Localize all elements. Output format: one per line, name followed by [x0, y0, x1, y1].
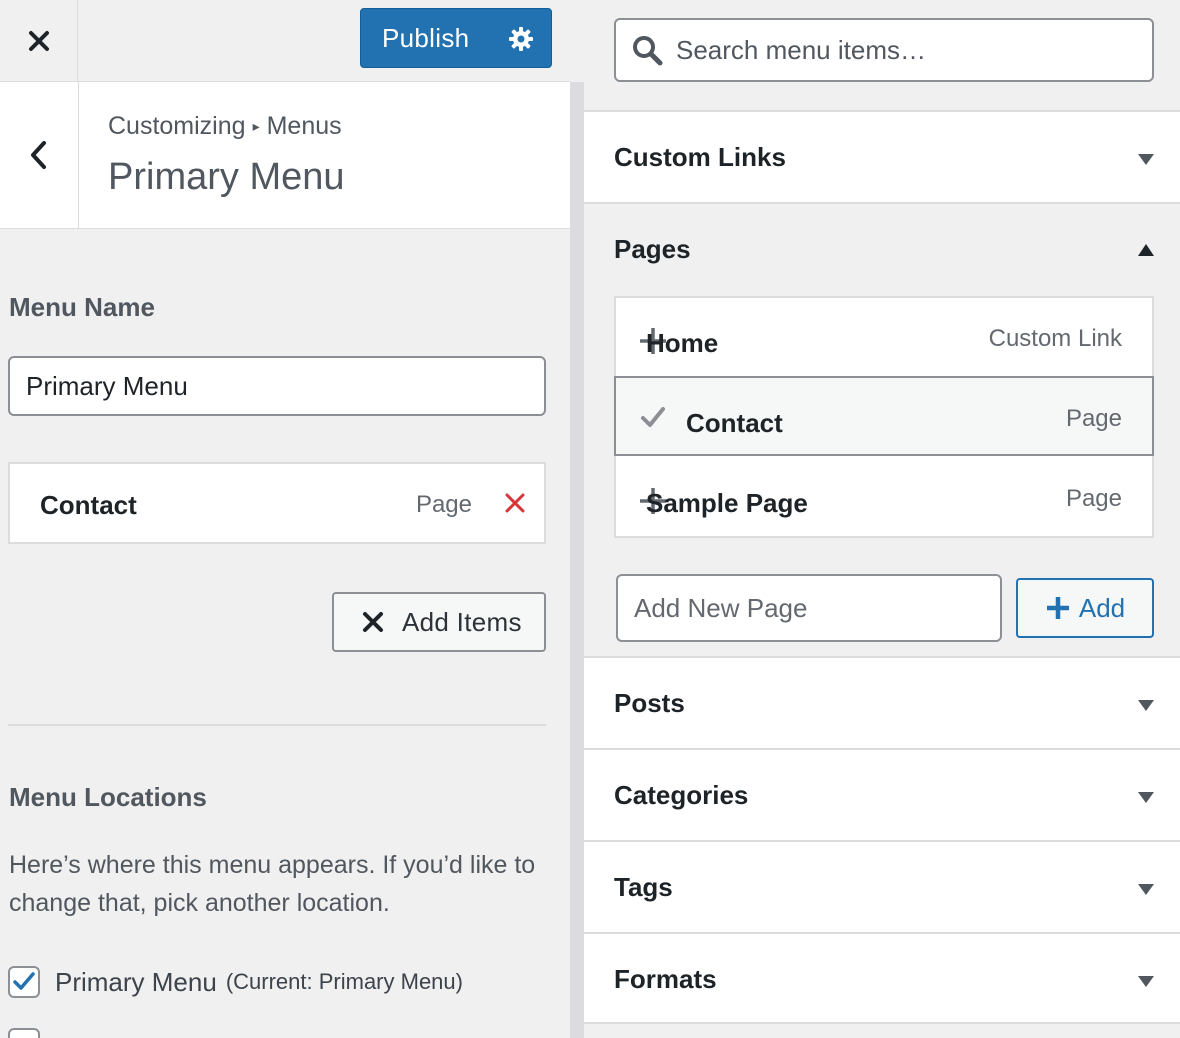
close-customizer-button[interactable] — [0, 0, 78, 81]
checkmark-icon — [13, 972, 35, 990]
chevron-down-icon — [1138, 976, 1154, 987]
list-item[interactable]: Sample Page Page — [616, 458, 1152, 538]
accordion-pages: Pages Home Custom Link Contact Page Samp… — [584, 202, 1180, 658]
search-input[interactable] — [676, 24, 1136, 76]
pages-list: Home Custom Link Contact Page Sample Pag… — [614, 296, 1154, 538]
customizer-header: Publish — [0, 0, 570, 82]
accordion-categories[interactable]: Categories — [584, 748, 1180, 840]
remove-x-icon — [505, 493, 525, 513]
accordion-title[interactable]: Pages — [614, 234, 691, 265]
menu-name-label: Menu Name — [9, 292, 155, 322]
available-menu-items-panel: Custom Links Pages Home Custom Link Cont… — [584, 0, 1180, 1038]
accordion-tags[interactable]: Tags — [584, 840, 1180, 932]
accordion-posts[interactable]: Posts — [584, 656, 1180, 748]
page-title: Primary Menu — [108, 156, 345, 198]
accordion-formats[interactable]: Formats — [584, 932, 1180, 1024]
accordion-title: Categories — [614, 780, 749, 810]
list-item-title: Sample Page — [646, 488, 808, 518]
menu-location-row: Primary Menu (Current: Primary Menu) — [8, 966, 463, 998]
chevron-down-icon — [1138, 154, 1154, 165]
chevron-down-icon — [1138, 792, 1154, 803]
list-item[interactable]: Home Custom Link — [616, 298, 1152, 378]
accordion-title: Formats — [614, 964, 717, 994]
breadcrumb-current: Menus — [266, 112, 342, 140]
chevron-up-icon[interactable] — [1138, 244, 1154, 256]
close-icon — [28, 30, 49, 51]
list-item[interactable]: Contact Page — [614, 376, 1154, 456]
chevron-down-icon — [1138, 700, 1154, 711]
list-item-type: Page — [1065, 485, 1122, 512]
breadcrumb-parent: Customizing — [108, 112, 246, 140]
menu-locations-heading: Menu Locations — [9, 782, 207, 812]
list-item-type: Custom Link — [988, 325, 1122, 352]
location-current-note: (Current: Primary Menu) — [225, 969, 463, 994]
breadcrumb-separator-icon: ▸ — [252, 118, 260, 134]
accordion-title: Custom Links — [614, 142, 786, 172]
publish-button-label: Publish — [382, 22, 470, 53]
checkmark-icon — [641, 407, 665, 427]
accordion-custom-links[interactable]: Custom Links — [584, 110, 1180, 202]
accordion-title: Tags — [614, 872, 673, 902]
add-items-label: Add Items — [402, 606, 522, 637]
list-item-title: Contact — [686, 408, 783, 438]
location-checkbox[interactable] — [8, 1028, 40, 1038]
search-icon — [633, 36, 663, 66]
menu-location-row — [8, 1028, 55, 1038]
back-button[interactable] — [0, 82, 79, 228]
chevron-left-icon — [31, 141, 46, 169]
breadcrumb: Customizing ▸ Menus — [108, 112, 342, 141]
menu-name-input[interactable] — [8, 356, 546, 416]
location-checkbox[interactable] — [8, 966, 40, 998]
add-items-button[interactable]: Add Items — [332, 592, 546, 652]
section-header: Customizing ▸ Menus Primary Menu — [0, 82, 570, 229]
menu-item[interactable]: Contact Page — [8, 462, 546, 544]
divider — [8, 724, 546, 726]
new-page-input[interactable] — [616, 574, 1002, 642]
add-page-button[interactable]: Add — [1016, 578, 1154, 638]
remove-menu-item-button[interactable] — [504, 492, 526, 519]
accordion-title: Posts — [614, 688, 685, 718]
plus-icon — [1046, 597, 1069, 619]
chevron-down-icon — [1138, 884, 1154, 895]
add-page-label: Add — [1078, 592, 1126, 623]
customizer-sidebar: Publish Customizing ▸ Menus Primary Menu… — [0, 0, 570, 1038]
menu-item-title: Contact — [40, 490, 137, 520]
gear-icon[interactable] — [508, 26, 534, 52]
menu-item-type: Page — [415, 491, 472, 518]
close-icon — [363, 612, 383, 632]
list-item-title: Home — [646, 328, 719, 358]
panel-divider — [570, 82, 584, 1038]
location-label: Primary Menu — [55, 966, 217, 997]
search-box — [614, 18, 1154, 82]
publish-button[interactable]: Publish — [360, 8, 552, 68]
list-item-type: Page — [1065, 405, 1122, 432]
menu-locations-description: Here’s where this menu appears. If you’d… — [9, 851, 536, 917]
